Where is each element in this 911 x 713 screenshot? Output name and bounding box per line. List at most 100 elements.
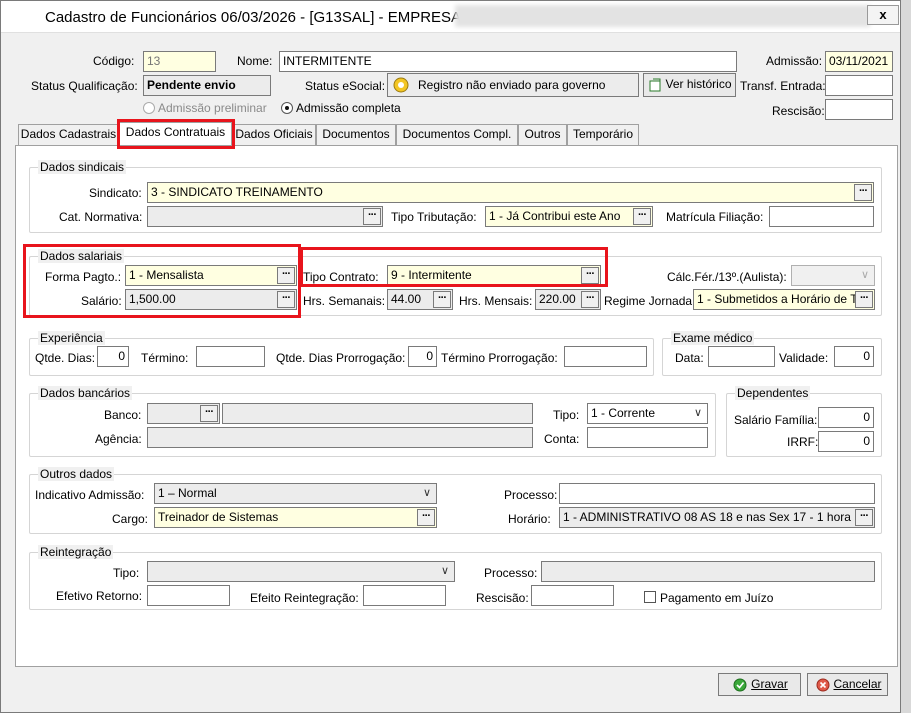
irrf-field[interactable]: 0 — [818, 431, 874, 452]
admissao-field[interactable]: 03/11/2021 — [825, 51, 893, 72]
agencia-label: Agência: — [95, 432, 142, 446]
sindicato-lookup-button[interactable]: ··· — [854, 184, 872, 201]
horario-lookup-button[interactable]: ··· — [855, 509, 873, 526]
cargo-lookup-button[interactable]: ··· — [417, 509, 435, 526]
validade-field[interactable]: 0 — [834, 346, 874, 367]
background-window-strip — [901, 0, 911, 713]
banco-label: Banco: — [104, 408, 142, 422]
reint-rescisao-field[interactable] — [531, 585, 614, 606]
tipo-conta-chevron-down-icon: ∨ — [693, 407, 703, 419]
tab-outros[interactable]: Outros — [518, 124, 567, 145]
nome-field[interactable]: INTERMITENTE — [279, 51, 737, 72]
efetivo-retorno-field[interactable] — [147, 585, 230, 606]
radio-preliminar-label: Admissão preliminar — [158, 101, 267, 115]
group-title-bancarios: Dados bancários — [38, 386, 133, 400]
tab-temporario[interactable]: Temporário — [567, 124, 639, 145]
matricula-field[interactable] — [769, 206, 874, 227]
redacted-area — [455, 5, 870, 27]
forma-pagto-field[interactable]: 1 - Mensalista — [125, 265, 297, 286]
matricula-label: Matrícula Filiação: — [666, 210, 764, 224]
qtde-dias-field[interactable]: 0 — [97, 346, 129, 367]
salario-familia-label: Salário Família: — [734, 413, 818, 427]
indicativo-chevron-down-icon: ∨ — [422, 487, 432, 499]
hrs-mensais-lookup-button[interactable]: ··· — [581, 291, 599, 308]
cat-normativa-label: Cat. Normativa: — [59, 210, 143, 224]
sindicato-field[interactable]: 3 - SINDICATO TREINAMENTO — [147, 182, 874, 203]
termino-prorr-field[interactable] — [564, 346, 647, 367]
tipo-tributacao-field[interactable]: 1 - Já Contribui este Ano — [485, 206, 653, 227]
termino-field[interactable] — [196, 346, 265, 367]
indicativo-admissao-label: Indicativo Admissão: — [35, 488, 145, 502]
termino-prorr-label: Término Prorrogação: — [441, 351, 558, 365]
tipo-tributacao-lookup-button[interactable]: ··· — [633, 208, 651, 225]
radio-admissao-preliminar[interactable] — [143, 102, 155, 114]
pagamento-juizo-checkbox[interactable] — [644, 591, 656, 603]
exame-data-label: Data: — [675, 351, 704, 365]
cat-normativa-lookup-button[interactable]: ··· — [363, 208, 381, 225]
qtde-dias-label: Qtde. Dias: — [35, 351, 96, 365]
ver-historico-label: Ver histórico — [665, 77, 732, 91]
app-icon — [13, 10, 29, 24]
reint-tipo-select[interactable] — [147, 561, 455, 582]
rescisao-field[interactable] — [825, 99, 893, 120]
reint-rescisao-label: Rescisão: — [476, 591, 529, 605]
codigo-field[interactable]: 13 — [143, 51, 216, 72]
tab-dados-oficiais[interactable]: Dados Oficiais — [232, 124, 316, 145]
transf-field[interactable] — [825, 75, 893, 96]
tab-documentos-compl[interactable]: Documentos Compl. — [396, 124, 518, 145]
tipo-tributacao-label: Tipo Tributação: — [391, 210, 477, 224]
calc-ferias-chevron-down-icon: ∨ — [860, 269, 870, 281]
agencia-field[interactable] — [147, 427, 533, 448]
processo-field[interactable] — [559, 483, 875, 504]
salario-field[interactable]: 1,500.00 — [125, 289, 297, 310]
group-title-reintegracao: Reintegração — [38, 545, 114, 559]
salario-familia-field[interactable]: 0 — [818, 407, 874, 428]
group-title-salariais: Dados salariais — [38, 249, 125, 263]
hrs-semanais-lookup-button[interactable]: ··· — [433, 291, 451, 308]
indicativo-admissao-select[interactable]: 1 – Normal — [154, 483, 437, 504]
esocial-status-icon — [393, 77, 409, 93]
validade-label: Validade: — [779, 351, 829, 365]
radio-completa-label: Admissão completa — [296, 101, 401, 115]
close-button[interactable]: x — [867, 5, 899, 25]
group-title-experiencia: Experiência — [38, 331, 105, 345]
gravar-button[interactable]: Gravar — [718, 673, 801, 696]
nome-label: Nome: — [237, 54, 273, 68]
status-qualif-label: Status Qualificação: — [31, 79, 138, 93]
sindicato-label: Sindicato: — [89, 186, 142, 200]
title-bar: Cadastro de Funcionários 06/03/2026 - [G… — [1, 1, 900, 33]
cat-normativa-field[interactable] — [147, 206, 383, 227]
group-title-outros: Outros dados — [38, 467, 115, 481]
horario-label: Horário: — [508, 512, 551, 526]
cancel-icon — [816, 678, 830, 692]
reint-processo-field[interactable] — [541, 561, 875, 582]
efeito-reintegracao-label: Efeito Reintegração: — [250, 591, 359, 605]
tipo-contrato-field[interactable]: 9 - Intermitente — [387, 265, 601, 286]
group-title-exame: Exame médico — [671, 331, 755, 345]
tab-documentos[interactable]: Documentos — [316, 124, 396, 145]
horario-field[interactable]: 1 - ADMINISTRATIVO 08 AS 18 e nas Sex 17… — [559, 507, 875, 528]
group-title-sindicais: Dados sindicais — [38, 160, 127, 174]
efeito-reintegracao-field[interactable] — [363, 585, 446, 606]
regime-jornada-lookup-button[interactable]: ··· — [855, 291, 873, 308]
conta-label: Conta: — [544, 432, 580, 446]
tab-dados-contratuais[interactable]: Dados Contratuais — [119, 122, 232, 145]
salario-lookup-button[interactable]: ··· — [277, 291, 295, 308]
codigo-label: Código: — [93, 54, 135, 68]
regime-jornada-field[interactable]: 1 - Submetidos a Horário de T — [693, 289, 875, 310]
tipo-contrato-lookup-button[interactable]: ··· — [581, 267, 599, 284]
banco-lookup-button[interactable]: ··· — [200, 405, 218, 422]
tab-dados-cadastrais[interactable]: Dados Cadastrais — [18, 124, 119, 145]
cargo-field[interactable]: Treinador de Sistemas — [154, 507, 437, 528]
conta-field[interactable] — [587, 427, 708, 448]
forma-pagto-label: Forma Pagto.: — [45, 270, 122, 284]
regime-jornada-label: Regime Jornada: — [604, 294, 696, 308]
radio-admissao-completa[interactable] — [281, 102, 293, 114]
efetivo-retorno-label: Efetivo Retorno: — [56, 589, 143, 603]
forma-pagto-lookup-button[interactable]: ··· — [277, 267, 295, 284]
qtde-prorr-field[interactable]: 0 — [408, 346, 437, 367]
exame-data-field[interactable] — [708, 346, 775, 367]
status-esocial-field: Registro não enviado para governo — [387, 73, 639, 97]
banco-name-field[interactable] — [222, 403, 533, 424]
history-icon — [649, 78, 661, 92]
